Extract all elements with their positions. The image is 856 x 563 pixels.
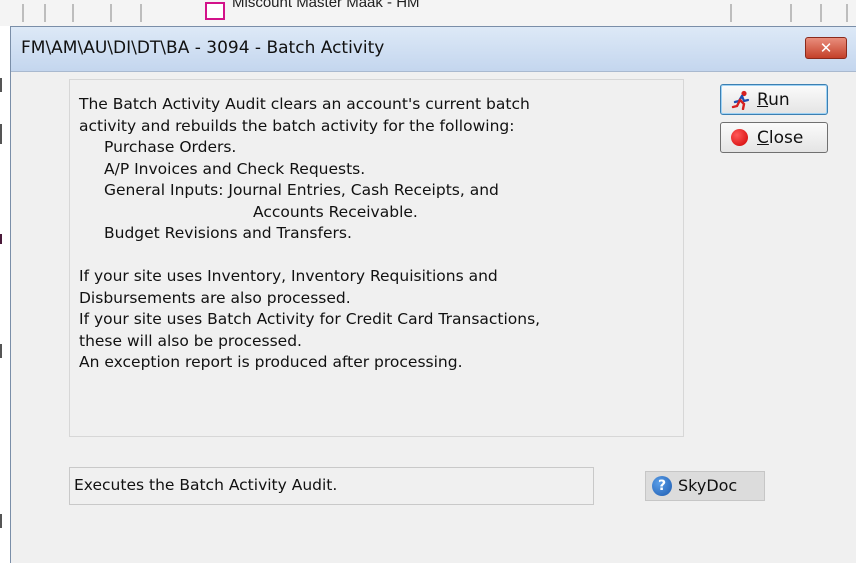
edge-mark [0,344,2,358]
description-line: The Batch Activity Audit clears an accou… [79,95,530,113]
toolbar-tick [820,4,822,22]
description-line: If your site uses Inventory, Inventory R… [79,267,498,285]
edge-mark [0,514,2,528]
skydoc-help-button[interactable]: ? SkyDoc [645,471,765,501]
skydoc-label: SkyDoc [678,476,738,495]
description-line: If your site uses Batch Activity for Cre… [79,310,541,328]
background-left-edge [0,26,10,563]
background-app-strip: Miscount Master Maak - HM [0,0,856,27]
background-app-icon [205,2,225,20]
window-close-button[interactable]: ✕ [805,37,847,59]
background-window-title: Miscount Master Maak - HM [232,0,420,11]
toolbar-tick [140,4,142,22]
toolbar-tick [846,4,848,22]
run-button-label: Run [757,90,790,110]
runner-icon [731,90,750,110]
toolbar-tick [44,4,46,22]
dialog-titlebar[interactable]: FM\AM\AU\DI\DT\BA - 3094 - Batch Activit… [11,27,856,72]
description-line: these will also be processed. [79,331,302,350]
toolbar-tick [730,4,732,22]
toolbar-tick [72,4,74,22]
description-line: General Inputs: Journal Entries, Cash Re… [104,181,499,199]
close-icon: ✕ [819,39,833,57]
description-line: activity and rebuilds the batch activity… [79,116,515,135]
help-question-icon: ? [652,476,672,496]
toolbar-tick [110,4,112,22]
status-description: Executes the Batch Activity Audit. [69,467,594,505]
description-line: Budget Revisions and Transfers. [104,224,352,242]
edge-mark [0,124,2,144]
description-line: Accounts Receivable. [253,202,418,221]
toolbar-tick [22,4,24,22]
description-line: An exception report is produced after pr… [79,353,463,371]
run-button[interactable]: Run [720,84,828,115]
edge-mark [0,234,2,244]
description-panel: The Batch Activity Audit clears an accou… [69,79,684,437]
close-button-label: Close [757,128,804,148]
description-line: Purchase Orders. [104,138,237,156]
toolbar-tick [790,4,792,22]
description-line: A/P Invoices and Check Requests. [104,159,366,178]
edge-mark [0,78,2,92]
red-dot-icon [731,129,748,146]
description-line [79,245,673,267]
description-line: Disbursements are also processed. [79,288,351,307]
dialog-title: FM\AM\AU\DI\DT\BA - 3094 - Batch Activit… [21,38,385,58]
close-button[interactable]: Close [720,122,828,153]
